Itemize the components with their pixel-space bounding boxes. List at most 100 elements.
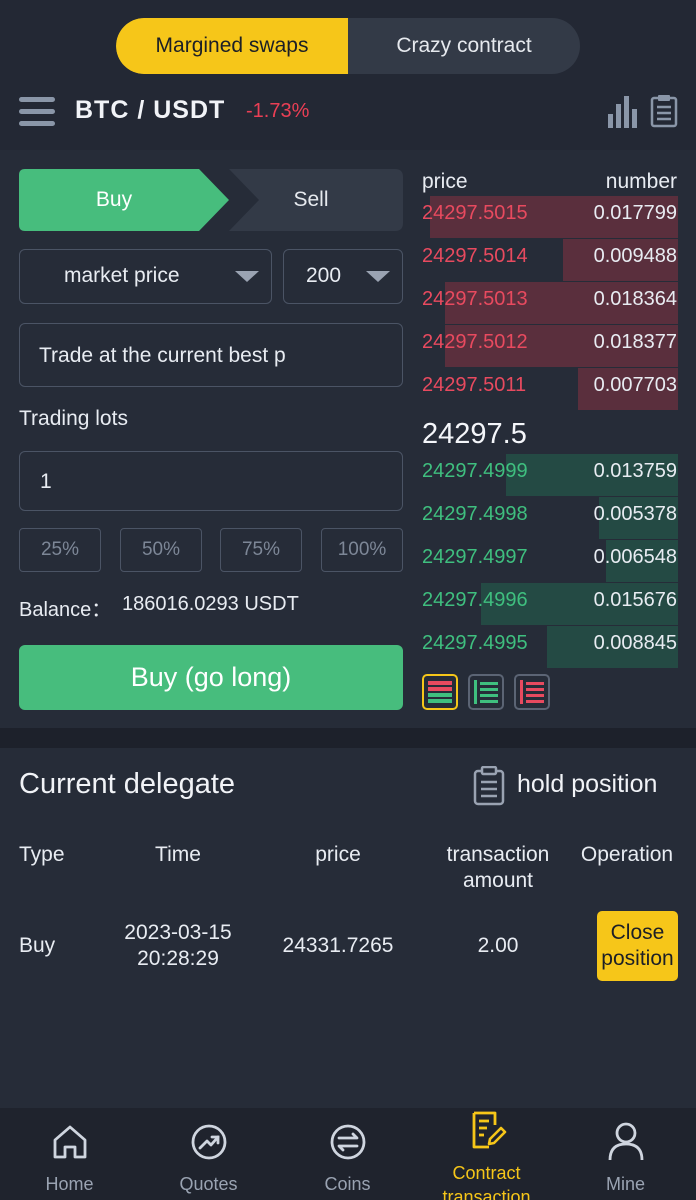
nav-home[interactable]: Home — [0, 1108, 139, 1200]
delegate-title: Current delegate — [19, 768, 236, 800]
section-divider — [0, 728, 696, 748]
pct-50-button[interactable]: 50% — [120, 528, 202, 572]
pct-25-button[interactable]: 25% — [19, 528, 101, 572]
depth-asks-icon[interactable] — [514, 674, 550, 710]
nav-mine-label: Mine — [605, 1174, 645, 1194]
bid-number: 0.005378 — [593, 503, 677, 525]
nav-coins-label: Coins — [324, 1174, 371, 1194]
chevron-down-icon — [366, 271, 390, 282]
hold-position-label: hold position — [517, 770, 658, 798]
pct-100-button[interactable]: 100% — [321, 528, 403, 572]
buy-tab[interactable]: Buy — [19, 169, 209, 231]
close-position-button[interactable]: Close position — [597, 911, 678, 981]
bid-number: 0.006548 — [593, 546, 677, 568]
price-change: -1.73% — [246, 100, 310, 122]
nav-home-label: Home — [45, 1174, 94, 1194]
leverage-select[interactable]: 200 — [283, 249, 403, 304]
bid-price: 24297.4996 — [422, 589, 528, 611]
orderbook-number-header: number — [605, 170, 677, 193]
chevron-down-icon — [235, 271, 259, 282]
nav-quotes[interactable]: Quotes — [139, 1108, 278, 1200]
ask-price: 24297.5012 — [422, 331, 528, 353]
ask-row[interactable]: 24297.5011 0.007703 — [422, 368, 678, 410]
buy-go-long-button[interactable]: Buy (go long) — [19, 645, 403, 710]
tab-margined-swaps[interactable]: Margined swaps — [116, 18, 348, 74]
nav-contract-label: Contract transaction — [442, 1163, 531, 1200]
sell-tab[interactable]: Sell — [219, 169, 403, 231]
ask-number: 0.009488 — [593, 245, 677, 267]
last-price: 24297.5 — [422, 418, 527, 450]
order-type-select[interactable]: market price — [19, 249, 272, 304]
bid-price: 24297.4997 — [422, 546, 528, 568]
clipboard-icon — [473, 766, 505, 806]
depth-bids-icon[interactable] — [468, 674, 504, 710]
bid-row[interactable]: 24297.4997 0.006548 — [422, 540, 678, 582]
bid-number: 0.015676 — [593, 589, 677, 611]
ask-number: 0.018364 — [593, 288, 677, 310]
col-operation: Operation — [580, 843, 674, 866]
row-price: 24331.7265 — [282, 934, 394, 957]
bid-price: 24297.4998 — [422, 503, 528, 525]
bid-number: 0.008845 — [593, 632, 677, 654]
pair-title[interactable]: BTC / USDT — [75, 96, 225, 125]
ask-price: 24297.5015 — [422, 202, 528, 224]
col-amount: transaction amount — [446, 843, 550, 892]
buy-sell-toggle: Buy Sell — [19, 169, 403, 231]
ask-price: 24297.5011 — [422, 374, 527, 396]
lots-value: 1 — [40, 470, 52, 493]
ask-number: 0.007703 — [593, 374, 677, 396]
row-type: Buy — [19, 934, 56, 957]
orderbook-price-header: price — [422, 170, 468, 193]
current-delegate-section: Current delegate hold position Type Time… — [0, 748, 696, 1108]
ask-price: 24297.5014 — [422, 245, 528, 267]
pair-row: BTC / USDT -1.73% — [0, 90, 696, 134]
ask-row[interactable]: 24297.5013 0.018364 — [422, 282, 678, 324]
bid-row[interactable]: 24297.4999 0.013759 — [422, 454, 678, 496]
mode-switch: Margined swaps Crazy contract — [116, 18, 580, 74]
clipboard-icon[interactable] — [650, 94, 678, 128]
bid-row[interactable]: 24297.4996 0.015676 — [422, 583, 678, 625]
ask-price: 24297.5013 — [422, 288, 528, 310]
home-icon — [53, 1125, 86, 1159]
exchange-icon — [330, 1124, 365, 1160]
user-icon — [608, 1122, 643, 1160]
nav-quotes-label: Quotes — [179, 1174, 238, 1194]
bid-row[interactable]: 24297.4995 0.008845 — [422, 626, 678, 668]
ask-number: 0.017799 — [593, 202, 677, 224]
tab-crazy-contract[interactable]: Crazy contract — [348, 18, 580, 74]
leverage-value: 200 — [306, 264, 342, 287]
col-price: price — [315, 843, 361, 866]
nav-coins[interactable]: Coins — [278, 1108, 417, 1200]
nav-mine[interactable]: Mine — [556, 1108, 695, 1200]
ask-number: 0.018377 — [593, 331, 677, 353]
bar-chart-icon[interactable] — [607, 94, 637, 128]
bid-price: 24297.4999 — [422, 460, 528, 482]
row-amount: 2.00 — [477, 934, 519, 957]
trade-panel: Buy Sell market price 200 Trade at the c… — [0, 150, 696, 728]
trading-lots-label: Trading lots — [19, 407, 128, 430]
col-time: Time — [155, 843, 201, 866]
hold-position-link[interactable]: hold position — [473, 766, 673, 806]
bid-row[interactable]: 24297.4998 0.005378 — [422, 497, 678, 539]
ask-row[interactable]: 24297.5014 0.009488 — [422, 239, 678, 281]
ask-row[interactable]: 24297.5012 0.018377 — [422, 325, 678, 367]
nav-contract-transaction[interactable]: Contract transaction — [417, 1108, 556, 1200]
bid-number: 0.013759 — [593, 460, 677, 482]
price-placeholder: Trade at the current best p — [39, 344, 286, 367]
top-bar: Margined swaps Crazy contract BTC / USDT… — [0, 0, 696, 150]
trend-up-icon — [191, 1124, 226, 1160]
balance-label: Balance： — [19, 599, 112, 621]
ask-row[interactable]: 24297.5015 0.017799 — [422, 196, 678, 238]
row-time: 2023-03-15 20:28:29 — [124, 921, 232, 970]
bid-price: 24297.4995 — [422, 632, 528, 654]
contract-edit-icon — [472, 1111, 506, 1149]
order-type-value: market price — [64, 264, 180, 287]
menu-icon[interactable] — [19, 97, 55, 127]
price-input[interactable]: Trade at the current best p — [19, 323, 403, 387]
lots-input[interactable]: 1 — [19, 451, 403, 511]
balance-value: 186016.0293 USDT — [122, 593, 299, 615]
pct-75-button[interactable]: 75% — [220, 528, 302, 572]
bottom-nav: Home Quotes Coins Contract transaction M… — [0, 1108, 696, 1200]
col-type: Type — [19, 843, 65, 866]
depth-both-icon[interactable] — [422, 674, 458, 710]
